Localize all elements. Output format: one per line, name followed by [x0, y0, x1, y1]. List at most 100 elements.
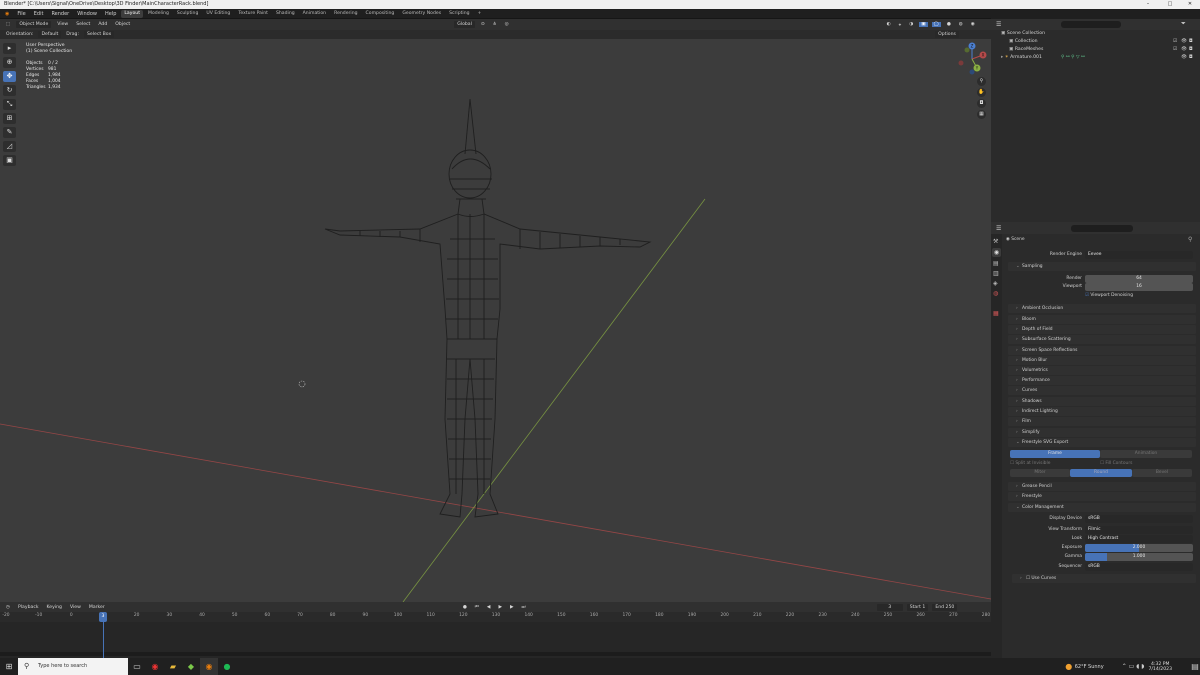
tab-shading[interactable]: Shading	[273, 10, 298, 18]
tab-compositing[interactable]: Compositing	[363, 10, 398, 18]
outliner-row-scene-collection[interactable]: ▣ Scene Collection	[991, 30, 1200, 37]
panel-ambient-occlusion[interactable]: › Ambient Occlusion	[1008, 304, 1196, 313]
end-frame-field[interactable]: End 250	[932, 603, 958, 611]
pivot-icon[interactable]: ⊙	[479, 22, 487, 27]
svg-animation-tab[interactable]: Animation	[1100, 450, 1192, 458]
play-icon[interactable]: ▶	[496, 605, 504, 610]
editor-type-icon[interactable]: ⬚	[4, 22, 12, 27]
viewport-menu-add[interactable]: Add	[96, 22, 109, 27]
minecraft-icon[interactable]: ◆	[182, 658, 200, 675]
panel-freestyle-svg-export[interactable]: ⌄ Freestyle SVG Export	[1008, 438, 1196, 447]
scene-tab-icon[interactable]: ◈	[993, 280, 998, 287]
outliner-row-racemeshes[interactable]: ▣ RaceMeshes ☑ 👁 ◘	[991, 46, 1200, 53]
fill-contours-toggle[interactable]: ☐ Fill Contours	[1100, 459, 1180, 468]
measure-tool-icon[interactable]: ◿	[3, 141, 16, 152]
outliner-search-input[interactable]	[1061, 21, 1121, 28]
viewport-menu-select[interactable]: Select	[74, 22, 92, 27]
blender-taskbar-icon[interactable]: ◉	[200, 658, 218, 675]
panel-film[interactable]: › Film	[1008, 417, 1196, 426]
orientation-dropdown[interactable]: Default	[38, 31, 62, 38]
rotate-tool-icon[interactable]: ↻	[3, 85, 16, 96]
panel-performance[interactable]: › Performance	[1008, 376, 1196, 385]
grid-toggle-icon[interactable]: ▦	[977, 110, 986, 119]
tweak-tool-icon[interactable]: ▸	[3, 43, 16, 54]
render-engine-dropdown[interactable]: Eevee	[1085, 251, 1193, 259]
timeline-scrollbar[interactable]	[0, 652, 991, 656]
next-key-icon[interactable]: ▶	[508, 605, 516, 610]
camera-icon[interactable]: ◘	[1189, 54, 1193, 61]
viewport-denoising-toggle[interactable]: ☑ Viewport Denoising	[1085, 291, 1200, 300]
panel-subsurface-scattering[interactable]: › Subsurface Scattering	[1008, 335, 1196, 344]
svg-frame-tab[interactable]: Frame	[1010, 450, 1100, 458]
gizmo-icon[interactable]: ⌖	[897, 22, 904, 28]
proportional-edit-icon[interactable]: ◎	[503, 22, 511, 27]
timeline-menu-playback[interactable]: Playback	[16, 605, 41, 610]
panel-simplify[interactable]: › Simplify	[1008, 428, 1196, 437]
camera-view-icon[interactable]: ◘	[977, 99, 986, 108]
properties-editor-icon[interactable]: ☰	[996, 225, 1001, 232]
panel-color-management[interactable]: ⌄ Color Management	[1008, 503, 1196, 512]
camera-icon[interactable]: ◘	[1189, 38, 1193, 45]
join-bevel-button[interactable]: Bevel	[1132, 469, 1192, 477]
join-round-button[interactable]: Round	[1070, 469, 1132, 477]
pin-icon[interactable]: ⚲	[1188, 236, 1192, 243]
panel-grease-pencil[interactable]: › Grease Pencil	[1008, 482, 1196, 491]
properties-search-input[interactable]	[1071, 225, 1133, 232]
tab-geometry-nodes[interactable]: Geometry Nodes	[399, 10, 444, 18]
timeline-menu-view[interactable]: View	[68, 605, 83, 610]
start-frame-field[interactable]: Start 1	[906, 603, 929, 611]
tab-layout[interactable]: Layout	[121, 9, 143, 18]
panel-indirect-lighting[interactable]: › Indirect Lighting	[1008, 407, 1196, 416]
tab-modeling[interactable]: Modeling	[145, 10, 172, 18]
weather-text[interactable]: 62°F Sunny	[1075, 664, 1104, 670]
view-transform-dropdown[interactable]: Filmic	[1085, 526, 1193, 534]
scale-tool-icon[interactable]: ⤡	[3, 99, 16, 110]
look-dropdown[interactable]: High Contrast	[1085, 535, 1193, 543]
panel-screen-space-reflections[interactable]: › Screen Space Reflections	[1008, 346, 1196, 355]
3d-cursor-icon[interactable]	[298, 380, 306, 388]
viewport-menu-view[interactable]: View	[55, 22, 70, 27]
tab-rendering[interactable]: Rendering	[331, 10, 360, 18]
visibility-eye-icon[interactable]: 👁	[1181, 46, 1187, 53]
timeline-ruler[interactable]: -20-100102030405060708090100110120130140…	[0, 612, 991, 622]
outliner-row-collection[interactable]: ▣ Collection ☑ 👁 ◘	[991, 38, 1200, 45]
output-tab-icon[interactable]: ▤	[993, 260, 999, 267]
menu-edit[interactable]: Edit	[31, 9, 47, 19]
maximize-button[interactable]: □	[1160, 0, 1180, 9]
drag-dropdown[interactable]: Select Box	[84, 31, 115, 38]
timeline-menu-marker[interactable]: Marker	[87, 605, 107, 610]
panel-freestyle[interactable]: › Freestyle	[1008, 492, 1196, 501]
record-icon[interactable]: ●	[461, 605, 469, 610]
object-mode-dropdown[interactable]: Object Mode	[16, 21, 52, 28]
render-tab-icon[interactable]: ◉	[992, 248, 1001, 257]
jump-start-icon[interactable]: ⏮	[473, 604, 481, 610]
panel-bloom[interactable]: › Bloom	[1008, 315, 1196, 324]
timeline-editor-icon[interactable]: ◷	[4, 605, 12, 610]
visibility-icon[interactable]: ◐	[885, 22, 893, 27]
render-samples-field[interactable]: 64	[1085, 275, 1193, 283]
clock[interactable]: 4:32 PM 7/14/2023	[1148, 662, 1172, 672]
transform-tool-icon[interactable]: ⊞	[3, 113, 16, 124]
file-explorer-icon[interactable]: ▰	[164, 658, 182, 675]
checkbox-icon[interactable]: ☑	[1173, 46, 1177, 53]
outliner-row-armature[interactable]: ▸ ✶ Armature.001 ⚲ ⚯ ⚲ ▽ ⚯ 👁 ◘	[991, 54, 1200, 61]
zoom-icon[interactable]: ⚲	[977, 77, 986, 86]
exposure-slider[interactable]: 2.000	[1085, 544, 1193, 552]
wireframe-shading-icon[interactable]: ◯	[931, 22, 941, 27]
checkbox-icon[interactable]: ☑	[1173, 38, 1177, 45]
sequencer-dropdown[interactable]: sRGB	[1085, 563, 1193, 571]
panel-use-curves[interactable]: › ☐ Use Curves	[1012, 574, 1196, 583]
close-button[interactable]: ✕	[1180, 0, 1200, 9]
windows-start-icon[interactable]: ⊞	[0, 658, 18, 675]
viewport-samples-field[interactable]: 16	[1085, 283, 1193, 291]
solid-shading-icon[interactable]: ●	[945, 22, 953, 27]
spotify-icon[interactable]: ●	[218, 658, 236, 675]
view-layer-tab-icon[interactable]: ▥	[993, 270, 999, 277]
join-miter-button[interactable]: Miter	[1010, 469, 1070, 477]
gamma-slider[interactable]: 1.000	[1085, 553, 1193, 561]
material-shading-icon[interactable]: ◍	[957, 22, 965, 27]
overlay-icon[interactable]: ◑	[907, 22, 915, 27]
system-tray-icons[interactable]: ⌃ ▭ ◖ ◗	[1122, 663, 1145, 670]
blender-logo-icon[interactable]: ◉	[2, 9, 12, 19]
move-tool-icon[interactable]: ✥	[3, 71, 16, 82]
